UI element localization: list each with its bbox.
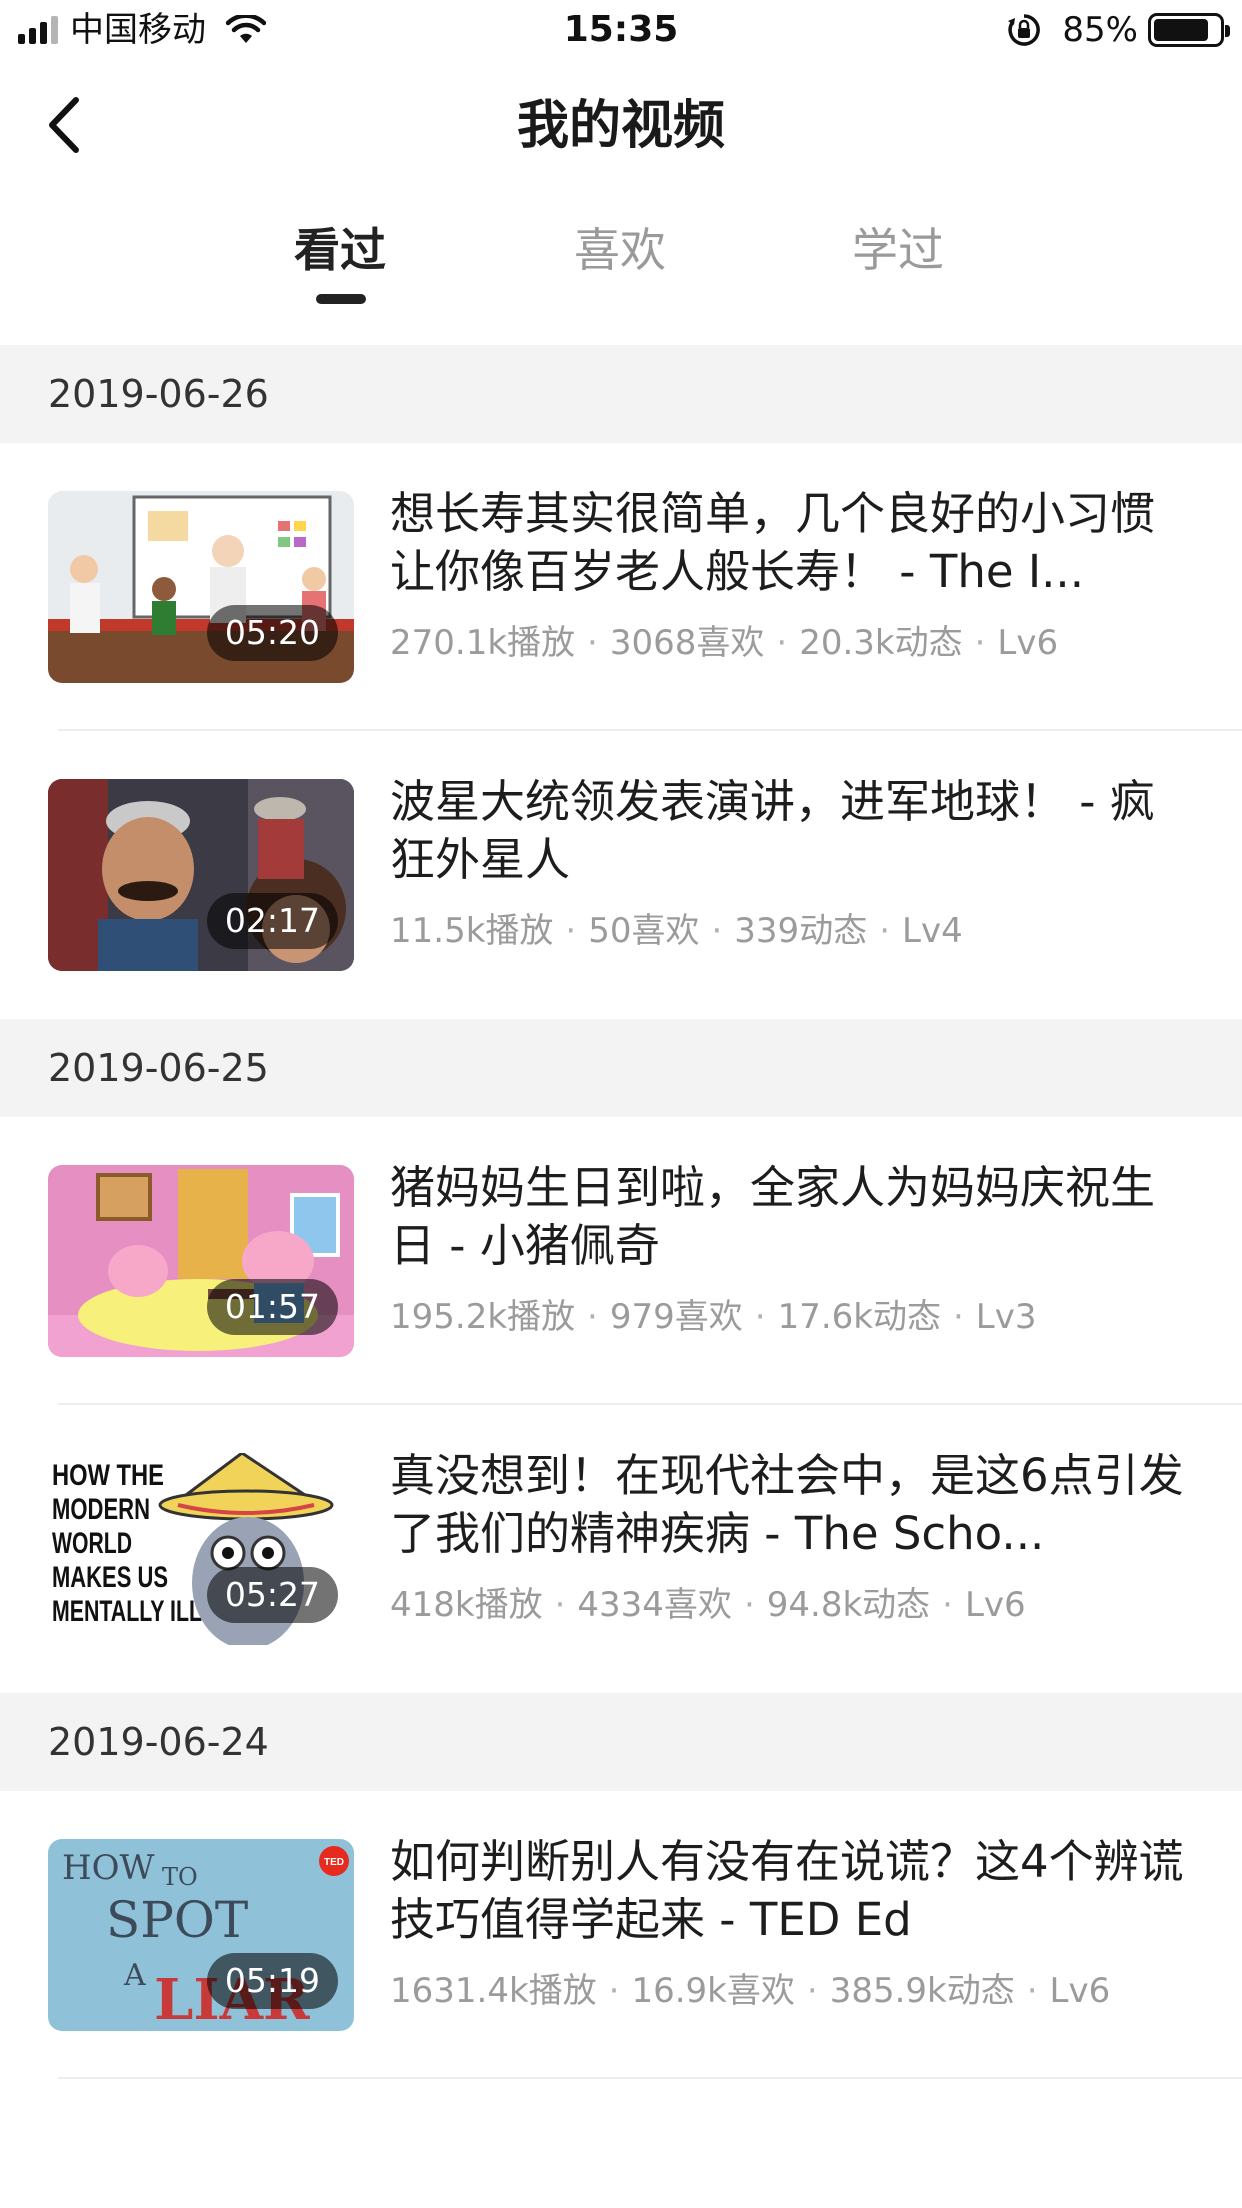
activity-count: 385.9k动态 xyxy=(829,1971,1015,2011)
tab-bar: 看过 喜欢 学过 xyxy=(0,220,1242,310)
play-count: 1631.4k播放 xyxy=(390,1971,597,2011)
thumb-text: WORLD xyxy=(52,1527,132,1560)
play-count: 11.5k播放 xyxy=(390,911,554,951)
tab-learned[interactable]: 学过 xyxy=(808,220,988,280)
page-title: 我的视频 xyxy=(516,96,725,156)
video-thumbnail[interactable]: HOW TO SPOT A LIAR TED 05:19 xyxy=(48,1839,354,2031)
level-badge: Lv6 xyxy=(997,623,1059,663)
like-count: 50喜欢 xyxy=(588,911,700,951)
video-item[interactable]: HOW THE MODERN WORLD MAKES US MENTALLY I… xyxy=(0,1405,1242,1693)
video-thumbnail[interactable]: 01:57 xyxy=(48,1165,354,1357)
video-thumbnail[interactable]: HOW THE MODERN WORLD MAKES US MENTALLY I… xyxy=(48,1453,354,1645)
separator: · xyxy=(879,911,891,951)
video-thumbnail[interactable]: 05:20 xyxy=(48,491,354,683)
video-stats: 11.5k播放 · 50喜欢 · 339动态 · Lv4 xyxy=(390,909,963,953)
separator: · xyxy=(587,623,598,663)
tab-liked[interactable]: 喜欢 xyxy=(530,220,710,280)
video-stats: 195.2k播放 · 979喜欢 · 17.6k动态 · Lv3 xyxy=(390,1295,1036,1339)
video-duration: 01:57 xyxy=(206,1279,338,1335)
activity-count: 339动态 xyxy=(734,911,868,951)
separator: · xyxy=(711,911,723,951)
video-title[interactable]: 如何判断别人有没有在说谎？这4个辨谎技巧值得学起来 - TED Ed xyxy=(390,1833,1190,1949)
separator: · xyxy=(776,623,788,663)
battery-icon xyxy=(1148,13,1230,47)
video-stats: 270.1k播放 · 3068喜欢 · 20.3k动态 · Lv6 xyxy=(390,621,1058,665)
level-badge: Lv4 xyxy=(902,911,963,951)
date-header: 2019-06-25 xyxy=(0,1019,1242,1117)
date-header: 2019-06-24 xyxy=(0,1693,1242,1791)
divider xyxy=(58,2077,1242,2079)
video-title[interactable]: 真没想到！在现代社会中，是这6点引发了我们的精神疾病 - The Scho... xyxy=(390,1447,1190,1563)
separator: · xyxy=(806,1971,818,2011)
nav-bar: 我的视频 xyxy=(0,62,1242,192)
video-item[interactable]: 01:57 猪妈妈生日到啦，全家人为妈妈庆祝生日 - 小猪佩奇 195.2k播放… xyxy=(0,1117,1242,1405)
tab-watched[interactable]: 看过 xyxy=(250,220,430,280)
like-count: 4334喜欢 xyxy=(577,1585,732,1625)
play-count: 270.1k播放 xyxy=(390,623,576,663)
video-item[interactable]: HOW TO SPOT A LIAR TED 05:19 如何判断别人有没有在说… xyxy=(0,1791,1242,2079)
play-count: 418k播放 xyxy=(390,1585,543,1625)
video-duration: 02:17 xyxy=(206,893,338,949)
like-count: 979喜欢 xyxy=(609,1297,743,1337)
video-duration: 05:19 xyxy=(206,1953,338,2009)
activity-count: 20.3k动态 xyxy=(799,623,963,663)
separator: · xyxy=(754,1297,766,1337)
video-list: 2019-06-26 05:20 想长寿其实很简单，几个良好的小习惯让你像百岁老… xyxy=(0,345,1242,2079)
separator: · xyxy=(587,1297,598,1337)
separator: · xyxy=(743,1585,755,1625)
play-count: 195.2k播放 xyxy=(390,1297,576,1337)
video-title[interactable]: 波星大统领发表演讲，进军地球！ - 疯狂外星人 xyxy=(390,773,1190,889)
separator: · xyxy=(554,1585,566,1625)
video-duration: 05:27 xyxy=(206,1567,338,1623)
orientation-lock-icon xyxy=(1008,14,1041,46)
video-duration: 05:20 xyxy=(206,605,338,661)
activity-count: 17.6k动态 xyxy=(777,1297,941,1337)
thumb-text: TO xyxy=(162,1863,198,1891)
like-count: 16.9k喜欢 xyxy=(631,1971,795,2011)
video-title[interactable]: 想长寿其实很简单，几个良好的小习惯让你像百岁老人般长寿！ - The I... xyxy=(390,485,1190,601)
level-badge: Lv6 xyxy=(1049,1971,1111,2011)
video-item[interactable]: 05:20 想长寿其实很简单，几个良好的小习惯让你像百岁老人般长寿！ - The… xyxy=(0,443,1242,731)
active-tab-indicator xyxy=(316,294,366,304)
battery-percent: 85% xyxy=(1062,10,1138,50)
status-bar: 中国移动 15:35 85% xyxy=(0,0,1242,62)
video-stats: 418k播放 · 4334喜欢 · 94.8k动态 · Lv6 xyxy=(390,1583,1026,1627)
thumb-text: HOW xyxy=(62,1848,155,1888)
thumb-text: A xyxy=(123,1958,146,1993)
date-header: 2019-06-26 xyxy=(0,345,1242,443)
video-stats: 1631.4k播放 · 16.9k喜欢 · 385.9k动态 · Lv6 xyxy=(390,1969,1110,2013)
thumb-text: HOW THE xyxy=(52,1459,164,1492)
ted-logo: TED xyxy=(324,1857,344,1868)
video-thumbnail[interactable]: 02:17 xyxy=(48,779,354,971)
separator: · xyxy=(565,911,577,951)
thumb-text: MAKES US xyxy=(52,1561,168,1594)
separator: · xyxy=(952,1297,964,1337)
level-badge: Lv3 xyxy=(975,1297,1037,1337)
thumb-text: MODERN xyxy=(52,1493,150,1526)
level-badge: Lv6 xyxy=(964,1585,1026,1625)
video-title[interactable]: 猪妈妈生日到啦，全家人为妈妈庆祝生日 - 小猪佩奇 xyxy=(390,1159,1190,1275)
activity-count: 94.8k动态 xyxy=(766,1585,931,1625)
like-count: 3068喜欢 xyxy=(609,623,765,663)
thumb-text: SPOT xyxy=(106,1891,248,1949)
separator: · xyxy=(1026,1971,1038,2011)
thumb-text: MENTALLY ILL xyxy=(52,1595,202,1628)
separator: · xyxy=(974,623,986,663)
separator: · xyxy=(942,1585,953,1625)
separator: · xyxy=(608,1971,620,2011)
video-item[interactable]: 02:17 波星大统领发表演讲，进军地球！ - 疯狂外星人 11.5k播放 · 50… xyxy=(0,731,1242,1019)
